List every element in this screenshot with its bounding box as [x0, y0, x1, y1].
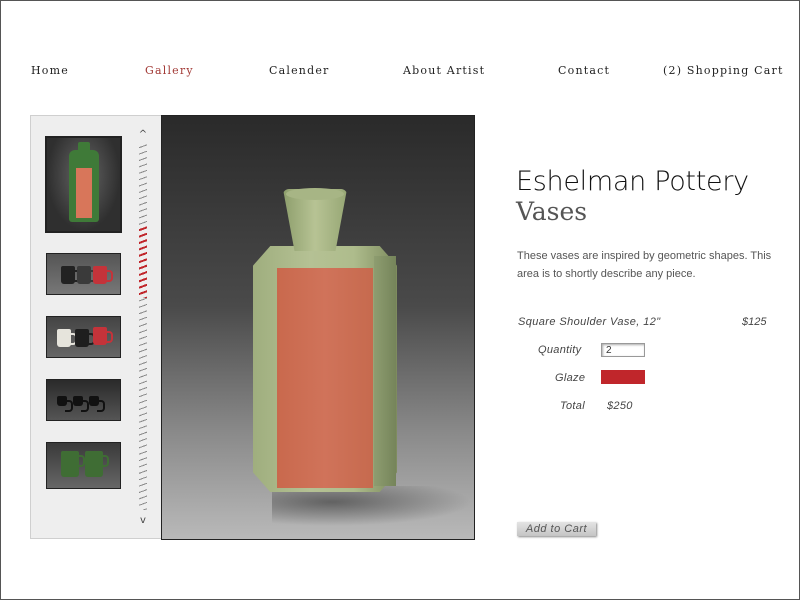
mug-image — [89, 396, 105, 412]
main-nav: Home Gallery Calender About Artist Conta… — [0, 64, 800, 80]
total-value: $250 — [607, 400, 633, 412]
vase-shadow — [272, 486, 472, 526]
brand-title: Eshelman Pottery — [516, 166, 749, 197]
mug-image — [93, 327, 113, 345]
nav-contact[interactable]: Contact — [558, 64, 610, 77]
nav-about-artist[interactable]: About Artist — [403, 64, 485, 77]
thumbnail-mugs-white-black-red[interactable] — [46, 316, 121, 358]
thumbnail-mugs-black-red[interactable] — [46, 253, 121, 295]
main-product-image — [161, 115, 475, 540]
nav-home[interactable]: Home — [31, 64, 69, 77]
mug-image — [93, 266, 113, 284]
total-label: Total — [560, 400, 585, 412]
scroll-down-icon[interactable]: v — [138, 516, 148, 526]
product-description: These vases are inspired by geometric sh… — [517, 250, 772, 280]
vase-side — [374, 256, 396, 486]
scroll-track[interactable] — [139, 144, 147, 510]
nav-calender[interactable]: Calender — [269, 64, 330, 77]
glaze-color-swatch[interactable] — [601, 370, 645, 384]
mug-image — [57, 329, 77, 347]
thumbnail-scrollbar[interactable]: ^ v — [138, 130, 148, 526]
vase-image — [69, 142, 99, 222]
scroll-up-icon[interactable]: ^ — [138, 130, 148, 140]
thumbnail-square-vase[interactable] — [45, 136, 122, 233]
thumbnail-green-cups[interactable] — [46, 442, 121, 489]
add-to-cart-button[interactable]: Add to Cart — [517, 522, 596, 536]
mug-image — [75, 329, 95, 347]
product-price: $125 — [742, 316, 767, 328]
mug-image — [61, 266, 81, 284]
quantity-label: Quantity — [538, 344, 582, 356]
cup-image — [61, 451, 85, 477]
quantity-input[interactable] — [601, 343, 645, 357]
mug-image — [77, 266, 97, 284]
glaze-label: Glaze — [555, 372, 586, 384]
nav-shopping-cart[interactable]: (2) Shopping Cart — [663, 64, 784, 77]
mug-image — [57, 396, 73, 412]
vase-lip — [286, 188, 344, 200]
thumbnail-black-mugs[interactable] — [46, 379, 121, 421]
product-name: Square Shoulder Vase, 12" — [518, 316, 661, 328]
cup-image — [85, 451, 109, 477]
vase-panel — [277, 268, 373, 488]
mug-image — [73, 396, 89, 412]
nav-gallery[interactable]: Gallery — [145, 64, 194, 77]
category-title: Vases — [516, 197, 588, 226]
scroll-handle[interactable] — [139, 226, 147, 298]
